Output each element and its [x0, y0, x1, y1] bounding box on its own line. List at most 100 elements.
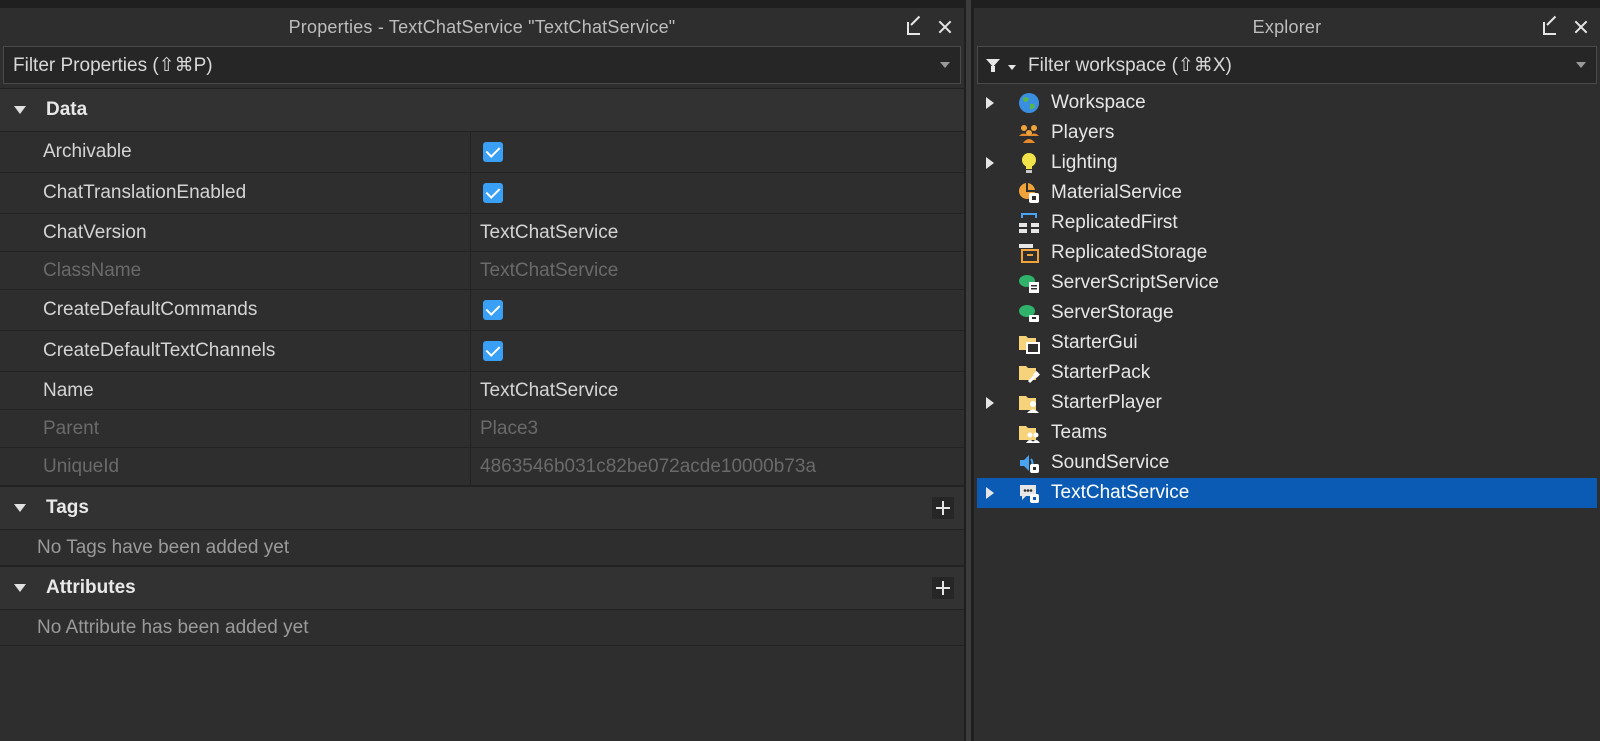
explorer-tree: Workspace Players Lighting — [974, 88, 1600, 508]
starter-player-icon — [1018, 392, 1040, 414]
tree-item-workspace[interactable]: Workspace — [974, 88, 1600, 118]
replicated-first-icon — [1018, 212, 1040, 234]
properties-title: Properties - TextChatService "TextChatSe… — [289, 17, 676, 38]
tree-item-label: ReplicatedFirst — [1051, 212, 1178, 234]
chevron-down-icon[interactable] — [1576, 62, 1586, 68]
globe-icon — [1018, 92, 1040, 114]
tree-item-replicated-storage[interactable]: ReplicatedStorage — [974, 238, 1600, 268]
properties-panel: Properties - TextChatService "TextChatSe… — [0, 8, 964, 741]
panel-splitter[interactable] — [964, 0, 974, 741]
tree-item-players[interactable]: Players — [974, 118, 1600, 148]
no-attributes-message: No Attribute has been added yet — [0, 610, 964, 646]
property-row-create-default-commands: CreateDefaultCommands — [0, 290, 964, 331]
filter-workspace-placeholder: Filter workspace (⇧⌘X) — [1028, 54, 1232, 77]
properties-titlebar: Properties - TextChatService "TextChatSe… — [0, 8, 964, 46]
tree-item-lighting[interactable]: Lighting — [974, 148, 1600, 178]
section-attributes[interactable]: Attributes — [0, 566, 964, 610]
tree-item-label: Lighting — [1051, 152, 1118, 174]
undock-icon[interactable] — [906, 18, 924, 36]
expand-arrow-icon[interactable] — [986, 487, 994, 499]
filter-icon[interactable] — [986, 58, 1000, 72]
undock-icon[interactable] — [1542, 18, 1560, 36]
section-data[interactable]: Data — [0, 88, 964, 132]
tree-item-server-storage[interactable]: ServerStorage — [974, 298, 1600, 328]
material-service-icon — [1018, 182, 1040, 204]
property-name: CreateDefaultCommands — [0, 290, 471, 330]
tree-item-label: ServerStorage — [1051, 302, 1174, 324]
server-script-service-icon — [1018, 272, 1040, 294]
collapse-triangle-icon[interactable] — [14, 584, 26, 592]
server-storage-icon — [1018, 302, 1040, 324]
tree-item-teams[interactable]: Teams — [974, 418, 1600, 448]
players-icon — [1018, 122, 1040, 144]
property-row-chat-translation-enabled: ChatTranslationEnabled — [0, 173, 964, 214]
property-name: CreateDefaultTextChannels — [0, 331, 471, 371]
section-tags-label: Tags — [46, 497, 89, 519]
tree-item-label: Players — [1051, 122, 1114, 144]
lightbulb-icon — [1018, 152, 1040, 174]
teams-icon — [1018, 422, 1040, 444]
tree-item-label: MaterialService — [1051, 182, 1182, 204]
property-name: ClassName — [0, 252, 471, 289]
property-row-archivable: Archivable — [0, 132, 964, 173]
tree-item-text-chat-service[interactable]: TextChatService — [977, 478, 1597, 508]
tree-item-label: StarterGui — [1051, 332, 1138, 354]
parent-value: Place3 — [471, 410, 964, 447]
add-tag-button[interactable] — [932, 497, 954, 519]
tree-item-label: StarterPlayer — [1051, 392, 1162, 414]
property-name: Archivable — [0, 132, 471, 172]
property-row-name: Name TextChatService — [0, 372, 964, 410]
close-icon[interactable] — [1572, 18, 1590, 36]
name-value[interactable]: TextChatService — [471, 372, 964, 409]
expand-arrow-icon[interactable] — [986, 157, 994, 169]
tree-item-label: Teams — [1051, 422, 1107, 444]
explorer-title: Explorer — [1253, 17, 1322, 38]
tree-item-label: SoundService — [1051, 452, 1169, 474]
starter-pack-icon — [1018, 362, 1040, 384]
property-row-parent: Parent Place3 — [0, 410, 964, 448]
tree-item-starter-pack[interactable]: StarterPack — [974, 358, 1600, 388]
tree-item-replicated-first[interactable]: ReplicatedFirst — [974, 208, 1600, 238]
expand-arrow-icon[interactable] — [986, 97, 994, 109]
tree-item-sound-service[interactable]: SoundService — [974, 448, 1600, 478]
collapse-triangle-icon[interactable] — [14, 504, 26, 512]
no-tags-message: No Tags have been added yet — [0, 530, 964, 566]
tree-item-label: ServerScriptService — [1051, 272, 1219, 294]
chat-version-value[interactable]: TextChatService — [471, 214, 964, 251]
property-name: Parent — [0, 410, 471, 447]
property-row-chat-version: ChatVersion TextChatService — [0, 214, 964, 252]
starter-gui-icon — [1018, 332, 1040, 354]
section-tags[interactable]: Tags — [0, 486, 964, 530]
property-name: UniqueId — [0, 448, 471, 485]
chat-translation-enabled-checkbox[interactable] — [483, 183, 503, 203]
property-row-create-default-text-channels: CreateDefaultTextChannels — [0, 331, 964, 372]
tree-item-starter-player[interactable]: StarterPlayer — [974, 388, 1600, 418]
property-name: Name — [0, 372, 471, 409]
tree-item-starter-gui[interactable]: StarterGui — [974, 328, 1600, 358]
class-name-value: TextChatService — [471, 252, 964, 289]
explorer-panel: Explorer Filter workspace (⇧⌘X) Workspac… — [974, 8, 1600, 741]
create-default-text-channels-checkbox[interactable] — [483, 341, 503, 361]
text-chat-service-icon — [1018, 482, 1040, 504]
section-data-label: Data — [46, 99, 87, 121]
section-attributes-label: Attributes — [46, 577, 136, 599]
add-attribute-button[interactable] — [932, 577, 954, 599]
tree-item-label: ReplicatedStorage — [1051, 242, 1207, 264]
collapse-triangle-icon[interactable] — [14, 106, 26, 114]
filter-dropdown-icon[interactable] — [1008, 65, 1016, 70]
tree-item-label: Workspace — [1051, 92, 1146, 114]
tree-item-server-script-service[interactable]: ServerScriptService — [974, 268, 1600, 298]
sound-service-icon — [1018, 452, 1040, 474]
close-icon[interactable] — [936, 18, 954, 36]
filter-workspace-input[interactable]: Filter workspace (⇧⌘X) — [977, 46, 1597, 84]
archivable-checkbox[interactable] — [483, 142, 503, 162]
filter-properties-input[interactable]: Filter Properties (⇧⌘P) — [3, 46, 961, 84]
explorer-titlebar: Explorer — [974, 8, 1600, 46]
unique-id-value: 4863546b031c82be072acde10000b73a — [471, 448, 964, 485]
filter-properties-placeholder: Filter Properties (⇧⌘P) — [13, 54, 213, 77]
expand-arrow-icon[interactable] — [986, 397, 994, 409]
property-row-unique-id: UniqueId 4863546b031c82be072acde10000b73… — [0, 448, 964, 486]
chevron-down-icon[interactable] — [940, 62, 950, 68]
create-default-commands-checkbox[interactable] — [483, 300, 503, 320]
tree-item-material-service[interactable]: MaterialService — [974, 178, 1600, 208]
